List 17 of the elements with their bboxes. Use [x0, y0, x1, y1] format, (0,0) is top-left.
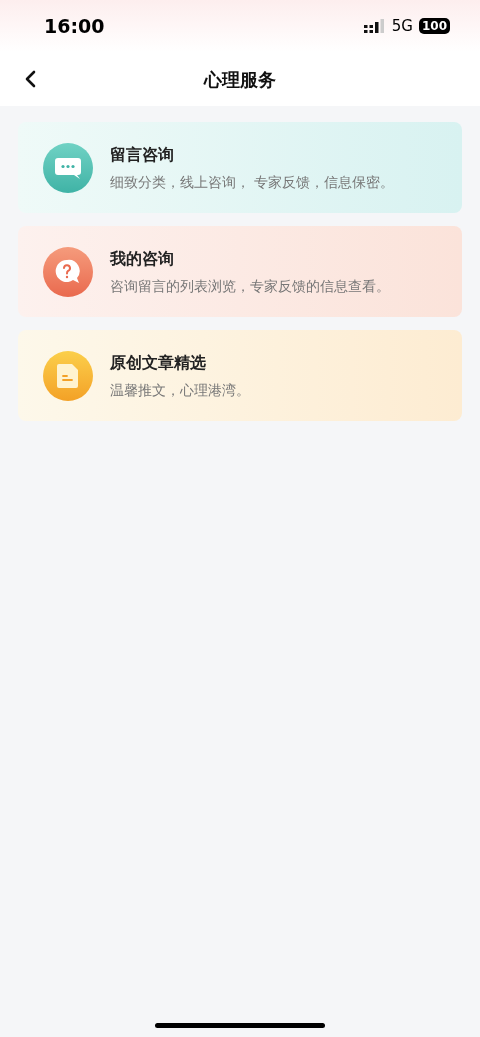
card-description: 温馨推文，心理港湾。 [110, 380, 250, 400]
question-bubble-icon [43, 246, 93, 297]
card-description: 细致分类，线上咨询， 专家反馈，信息保密。 [110, 172, 395, 192]
chat-bubble-icon [43, 142, 93, 193]
card-title: 我的咨询 [110, 247, 175, 270]
card-description: 咨询留言的列表浏览，专家反馈的信息查看。 [110, 276, 390, 296]
card-title: 原创文章精选 [110, 351, 207, 374]
service-card[interactable]: 留言咨询 细致分类，线上咨询， 专家反馈，信息保密。 [18, 122, 462, 213]
page-title: 心理服务 [204, 67, 276, 92]
signal-icon [363, 19, 386, 33]
service-card[interactable]: 我的咨询 咨询留言的列表浏览，专家反馈的信息查看。 [18, 226, 462, 317]
battery-indicator: 100 [418, 18, 450, 34]
document-icon [43, 350, 93, 401]
card-title: 留言咨询 [110, 143, 175, 166]
status-time: 16:00 [44, 13, 105, 39]
service-card[interactable]: 原创文章精选 温馨推文，心理港湾。 [18, 330, 462, 421]
network-label: 5G [391, 15, 413, 37]
